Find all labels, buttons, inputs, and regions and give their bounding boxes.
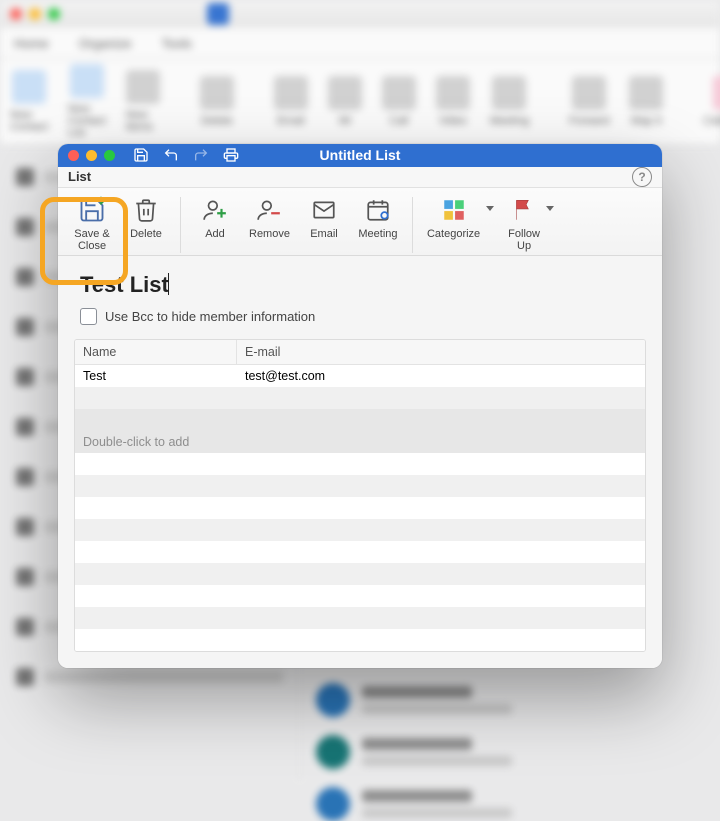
table-row-empty[interactable]: [75, 585, 645, 607]
modal-traffic-lights: [68, 150, 115, 161]
calendar-icon: [364, 196, 392, 224]
bcc-label: Use Bcc to hide member information: [105, 309, 315, 324]
quick-access-toolbar: [133, 147, 239, 163]
list-editor-window: Untitled List List ? Save & Close Delete: [58, 144, 662, 668]
redo-icon[interactable]: [193, 147, 209, 163]
bg-tab: Organize: [79, 36, 132, 51]
table-row-empty[interactable]: [75, 475, 645, 497]
save-icon[interactable]: [133, 147, 149, 163]
categorize-label: Categorize: [427, 228, 480, 241]
cell-email: test@test.com: [237, 365, 645, 388]
table-row-empty[interactable]: [75, 409, 645, 431]
ribbon-separator: [412, 197, 413, 253]
bg-tab: Tools: [161, 36, 191, 51]
table-row[interactable]: Test test@test.com: [75, 365, 645, 387]
table-row-empty[interactable]: [75, 387, 645, 409]
trash-icon: [132, 196, 160, 224]
close-icon[interactable]: [68, 150, 79, 161]
email-label: Email: [310, 228, 338, 241]
text-caret: [168, 273, 169, 295]
person-add-icon: [201, 196, 229, 224]
follow-up-button[interactable]: Follow Up: [504, 194, 558, 255]
flag-icon: [510, 196, 538, 224]
bg-ribbon: New Contact New Contact List New Items D…: [0, 59, 720, 145]
save-and-close-button[interactable]: Save & Close: [68, 194, 116, 255]
close-icon: [10, 8, 22, 20]
minimize-icon[interactable]: [86, 150, 97, 161]
categorize-icon: [440, 196, 468, 224]
bg-tab: Home: [14, 36, 49, 51]
minimize-icon: [29, 8, 41, 20]
column-email[interactable]: E-mail: [237, 340, 645, 364]
list-name-text: Test List: [80, 272, 169, 297]
column-name[interactable]: Name: [75, 340, 237, 364]
modal-tabrow: List ?: [58, 167, 662, 188]
zoom-icon: [48, 8, 60, 20]
table-row-empty[interactable]: [75, 629, 645, 651]
chevron-down-icon: [486, 206, 494, 211]
tab-list[interactable]: List: [68, 169, 91, 184]
app-icon: [207, 3, 229, 25]
bg-tabs: Home Organize Tools: [0, 28, 720, 59]
meeting-button[interactable]: Meeting: [354, 194, 402, 243]
modal-ribbon: Save & Close Delete Add Remove Ema: [58, 188, 662, 256]
categorize-button[interactable]: Categorize: [423, 194, 498, 243]
follow-up-label: Follow Up: [508, 228, 540, 253]
add-member-button[interactable]: Add: [191, 194, 239, 243]
table-row-empty[interactable]: [75, 541, 645, 563]
save-and-close-label: Save & Close: [74, 228, 109, 253]
table-row-empty[interactable]: [75, 519, 645, 541]
zoom-icon[interactable]: [104, 150, 115, 161]
add-label: Add: [205, 228, 225, 241]
checkbox-icon[interactable]: [80, 308, 97, 325]
modal-body: Test List Use Bcc to hide member informa…: [58, 256, 662, 668]
table-row-empty[interactable]: [75, 563, 645, 585]
modal-titlebar: Untitled List: [58, 144, 662, 167]
meeting-label: Meeting: [358, 228, 397, 241]
bcc-checkbox-row[interactable]: Use Bcc to hide member information: [80, 308, 640, 325]
person-remove-icon: [255, 196, 283, 224]
remove-member-button[interactable]: Remove: [245, 194, 294, 243]
undo-icon[interactable]: [163, 147, 179, 163]
print-icon[interactable]: [223, 147, 239, 163]
table-row-empty[interactable]: [75, 497, 645, 519]
table-row-empty[interactable]: [75, 607, 645, 629]
table-row-empty[interactable]: [75, 453, 645, 475]
list-name-input[interactable]: Test List: [80, 272, 640, 298]
ribbon-separator: [180, 197, 181, 253]
members-table: Name E-mail Test test@test.com Double-cl…: [74, 339, 646, 652]
table-body[interactable]: Test test@test.com Double-click to add: [75, 365, 645, 651]
email-button[interactable]: Email: [300, 194, 348, 243]
help-icon[interactable]: ?: [632, 167, 652, 187]
add-row-label: Double-click to add: [75, 430, 645, 454]
add-row-placeholder[interactable]: Double-click to add: [75, 431, 645, 453]
chevron-down-icon: [546, 206, 554, 211]
delete-button[interactable]: Delete: [122, 194, 170, 243]
delete-label: Delete: [130, 228, 162, 241]
remove-label: Remove: [249, 228, 290, 241]
table-header: Name E-mail: [75, 340, 645, 365]
envelope-icon: [310, 196, 338, 224]
bg-titlebar: [0, 0, 720, 28]
save-close-icon: [78, 196, 106, 224]
cell-name: Test: [75, 365, 237, 388]
bg-traffic-lights: [10, 8, 60, 20]
